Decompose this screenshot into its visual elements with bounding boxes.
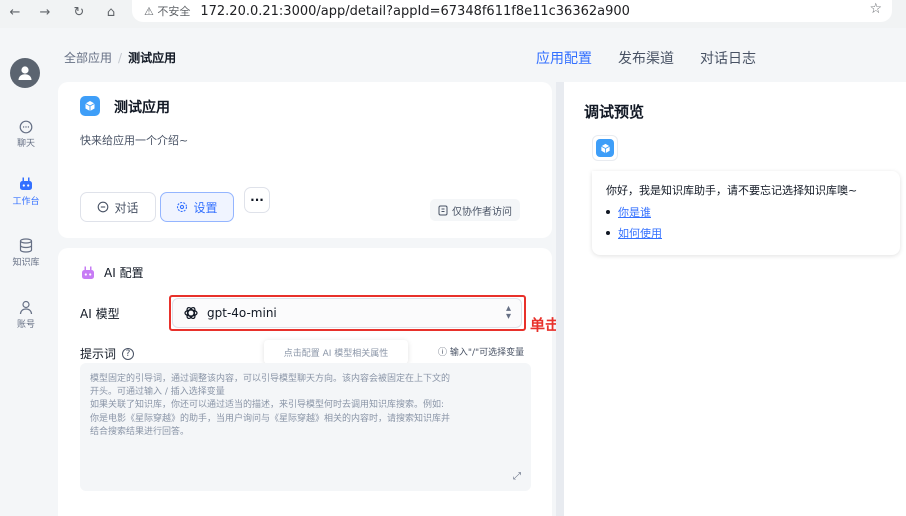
back-icon[interactable]: ← (4, 1, 26, 23)
nav-label-account: 账号 (16, 320, 35, 330)
expand-icon[interactable]: ⤢ (513, 470, 521, 483)
nav-item-workbench[interactable]: 工作台 (0, 176, 52, 207)
bookmark-star-icon[interactable]: ☆ (869, 1, 882, 17)
robot-icon (20, 177, 32, 190)
home-icon[interactable]: ⌂ (100, 1, 122, 23)
suggestion-link-how[interactable]: 如何使用 (618, 225, 662, 241)
tab-publish-channels[interactable]: 发布渠道 (618, 48, 674, 68)
user-avatar-icon (18, 66, 32, 80)
settings-button[interactable]: 设置 (160, 192, 234, 222)
tab-app-config[interactable]: 应用配置 (536, 48, 592, 68)
bot-avatar (592, 135, 618, 161)
ai-config-card: AI 配置 AI 模型 gpt-4o-mini ▴ ▾ 提示词 ? 点击配置 AI… (58, 248, 552, 516)
prompt-placeholder-line: 结合搜索结果进行回答。 (90, 426, 190, 437)
ai-config-header: AI 配置 (80, 264, 144, 281)
address-bar[interactable]: ⚠ 不安全 172.20.0.21:3000/app/detail?appId=… (132, 0, 892, 22)
chat-button-label: 对话 (114, 200, 139, 215)
nav-label-knowledge: 知识库 (12, 258, 40, 268)
debug-preview-panel: 调试预览 你好，我是知识库助手，请不要忘记选择知识库噢~ 你是谁 如何使用 (564, 82, 906, 516)
chat-bubble-icon (19, 120, 33, 134)
top-tabs: 应用配置 发布渠道 对话日志 (536, 48, 756, 68)
welcome-text: 你好，我是知识库助手，请不要忘记选择知识库噢~ (606, 184, 858, 197)
app-intro: 快来给应用一个介绍~ (80, 134, 189, 147)
list-item: 你是谁 (606, 204, 886, 220)
tab-chat-logs[interactable]: 对话日志 (700, 48, 756, 68)
app-title: 测试应用 (114, 100, 170, 116)
gear-icon (177, 201, 188, 213)
breadcrumb-root[interactable]: 全部应用 (64, 51, 112, 65)
chat-icon (98, 201, 109, 213)
app-cube-icon (80, 96, 100, 116)
prompt-label: 提示词 ? (80, 345, 135, 362)
avatar[interactable] (10, 58, 40, 88)
nav-label-workbench: 工作台 (12, 197, 40, 207)
database-icon (19, 238, 33, 253)
insecure-badge[interactable]: ⚠ 不安全 (144, 3, 190, 19)
suggestion-link-who[interactable]: 你是谁 (618, 204, 651, 220)
prompt-placeholder-line: 你是电影《星际穿越》的助手，当用户询问与《星际穿越》相关的内容时，请搜索知识库并 (90, 413, 451, 424)
panel-divider[interactable] (556, 82, 564, 516)
app-cube-icon (596, 139, 614, 157)
access-label: 仅协作者访问 (452, 206, 512, 218)
ai-config-title: AI 配置 (104, 266, 144, 280)
nav-item-knowledge[interactable]: 知识库 (0, 238, 52, 268)
prompt-textarea[interactable]: 模型固定的引导词，通过调整该内容，可以引导模型聊天方向。该内容会被固定在上下文的… (80, 363, 531, 491)
highlight-box (169, 295, 526, 331)
lock-icon (438, 205, 448, 215)
browser-toolbar: ← → ↻ ⌂ ⚠ 不安全 172.20.0.21:3000/app/detai… (0, 0, 906, 28)
chat-button[interactable]: 对话 (80, 192, 156, 222)
welcome-message: 你好，我是知识库助手，请不要忘记选择知识库噢~ 你是谁 如何使用 (592, 171, 900, 255)
ai-model-label: AI 模型 (80, 307, 120, 321)
variable-hint: ⓘ 输入"/"可选择变量 (438, 345, 524, 358)
suggestion-list: 你是谁 如何使用 (606, 204, 886, 241)
left-nav: 聊天 工作台 知识库 账号 (0, 28, 52, 516)
nav-item-account[interactable]: 账号 (0, 300, 52, 330)
access-badge[interactable]: 仅协作者访问 (430, 199, 520, 221)
user-icon (19, 300, 33, 315)
url-text: 172.20.0.21:3000/app/detail?appId=67348f… (200, 3, 630, 19)
preview-title: 调试预览 (584, 103, 645, 121)
breadcrumb-current: 测试应用 (128, 51, 177, 65)
nav-item-chat[interactable]: 聊天 (0, 120, 52, 149)
prompt-placeholder-line: 模型固定的引导词，通过调整该内容，可以引导模型聊天方向。该内容会被固定在上下文的 (90, 374, 451, 384)
app-info-card: 测试应用 快来给应用一个介绍~ 对话 设置 ··· 仅协作者访问 (58, 82, 552, 238)
model-tooltip: 点击配置 AI 模型相关属性 (264, 340, 408, 364)
robot-icon (82, 266, 94, 279)
settings-button-label: 设置 (193, 200, 218, 215)
prompt-label-text: 提示词 (80, 347, 117, 361)
more-button[interactable]: ··· (244, 187, 270, 213)
prompt-placeholder-line: 开头。可通过输入 / 插入选择变量 (90, 387, 225, 398)
prompt-placeholder-line: 如果关联了知识库，你还可以通过适当的描述，来引导模型何时去调用知识库搜索。例如: (90, 400, 445, 411)
help-icon[interactable]: ? (122, 347, 135, 360)
variable-hint-text: 输入"/"可选择变量 (449, 348, 525, 358)
forward-icon[interactable]: → (34, 1, 56, 23)
info-icon: ⓘ (438, 348, 450, 358)
nav-label-chat: 聊天 (16, 139, 35, 149)
breadcrumb: 全部应用 / 测试应用 (64, 51, 177, 65)
list-item: 如何使用 (606, 225, 886, 241)
reload-icon[interactable]: ↻ (68, 1, 90, 23)
